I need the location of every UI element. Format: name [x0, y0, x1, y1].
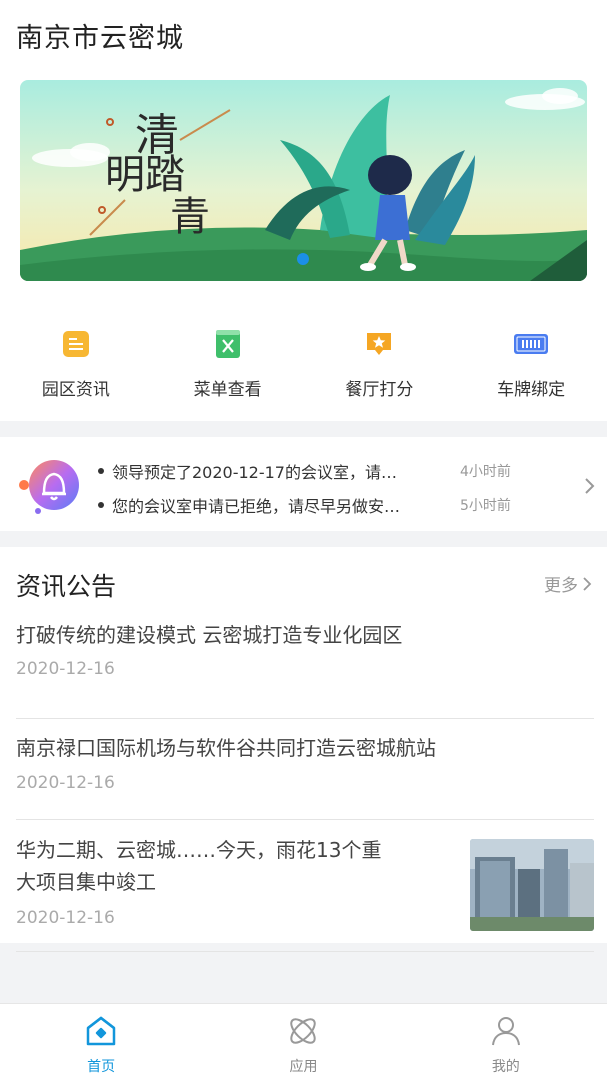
bullet-icon: [98, 468, 104, 474]
apps-icon: [290, 1018, 317, 1044]
bell-icon: [19, 460, 79, 514]
menu-list-icon: [215, 330, 240, 358]
tab-profile-label: 我的: [491, 1059, 520, 1075]
news-item-title: 华为二期、云密城……今天，雨花13个重 大项目集中竣工: [16, 820, 426, 898]
page-header: 南京市云密城: [0, 0, 607, 66]
news-header: 资讯公告 更多: [16, 547, 594, 619]
building-photo: [470, 839, 594, 931]
more-label: 更多: [544, 576, 578, 596]
notice-time: 4小时前: [460, 464, 511, 480]
notice-item[interactable]: 您的会议室申请已拒绝，请尽早另做安… 5小时前: [98, 493, 528, 517]
home-icon: [86, 1016, 116, 1046]
quick-label-restaurant-rating: 餐厅打分: [345, 380, 414, 400]
chevron-right-icon[interactable]: [583, 477, 595, 495]
news-item[interactable]: 华为二期、云密城……今天，雨花13个重 大项目集中竣工 2020-12-16: [16, 820, 594, 952]
news-item-title: 南京禄口国际机场与软件谷共同打造云密城航站: [16, 736, 436, 760]
bottom-tab-bar: 首页 应用 我的: [0, 1003, 607, 1080]
tab-apps-label: 应用: [289, 1059, 318, 1075]
page-title: 南京市云密城: [16, 23, 184, 54]
rating-star-icon: [367, 333, 392, 355]
notice-time: 5小时前: [460, 498, 511, 514]
quick-item-menu-view[interactable]: 菜单查看: [152, 329, 304, 421]
news-item-date: 2020-12-16: [16, 659, 115, 679]
quick-label-park-news: 园区资讯: [41, 380, 110, 400]
quick-item-restaurant-rating[interactable]: 餐厅打分: [304, 329, 456, 421]
chevron-right-icon: [583, 576, 592, 591]
notice-item[interactable]: 领导预定了2020-12-17的会议室，请… 4小时前: [98, 459, 528, 483]
more-link[interactable]: 更多: [544, 571, 592, 596]
tab-profile[interactable]: 我的: [405, 1004, 607, 1080]
news-section-title: 资讯公告: [16, 572, 117, 601]
notice-text: 您的会议室申请已拒绝，请尽早另做安…: [112, 497, 401, 516]
quick-item-park-news[interactable]: 园区资讯: [0, 329, 152, 421]
news-item-title-line1: 华为二期、云密城……今天，雨花13个重: [16, 838, 382, 862]
svg-text:青: 青: [170, 194, 210, 240]
banner-section: 清 明踏 青: [0, 66, 607, 281]
news-item[interactable]: 打破传统的建设模式 云密城打造专业化园区 2020-12-16: [16, 619, 594, 719]
quick-menu: 园区资讯 菜单查看 餐厅打分 车牌绑定: [0, 281, 607, 421]
notice-text: 领导预定了2020-12-17的会议室，请…: [112, 463, 397, 482]
news-doc-icon: [62, 331, 89, 357]
news-item-date: 2020-12-16: [16, 773, 115, 793]
banner-carousel[interactable]: 清 明踏 青: [20, 80, 587, 281]
news-section: 资讯公告 更多 打破传统的建设模式 云密城打造专业化园区 2020-12-16 …: [0, 547, 607, 952]
profile-icon: [491, 1017, 520, 1046]
quick-item-plate-binding[interactable]: 车牌绑定: [455, 329, 607, 421]
news-item-title-line2: 大项目集中竣工: [16, 870, 156, 894]
svg-text:明踏: 明踏: [105, 152, 185, 198]
tab-home-label: 首页: [87, 1059, 116, 1075]
tab-apps[interactable]: 应用: [202, 1004, 404, 1080]
license-plate-icon: [514, 334, 549, 354]
bullet-icon: [98, 502, 104, 508]
news-item[interactable]: 南京禄口国际机场与软件谷共同打造云密城航站 2020-12-16: [16, 719, 594, 820]
quick-label-menu-view: 菜单查看: [193, 380, 262, 400]
notice-panel[interactable]: 领导预定了2020-12-17的会议室，请… 4小时前 您的会议室申请已拒绝，请…: [0, 437, 607, 531]
tab-home[interactable]: 首页: [0, 1004, 202, 1080]
news-thumbnail: [470, 839, 594, 931]
banner-dot-active: [297, 253, 309, 265]
news-item-title: 打破传统的建设模式 云密城打造专业化园区: [16, 623, 403, 647]
quick-label-plate-binding: 车牌绑定: [497, 380, 566, 400]
banner-illustration: 清 明踏 青: [20, 80, 587, 281]
